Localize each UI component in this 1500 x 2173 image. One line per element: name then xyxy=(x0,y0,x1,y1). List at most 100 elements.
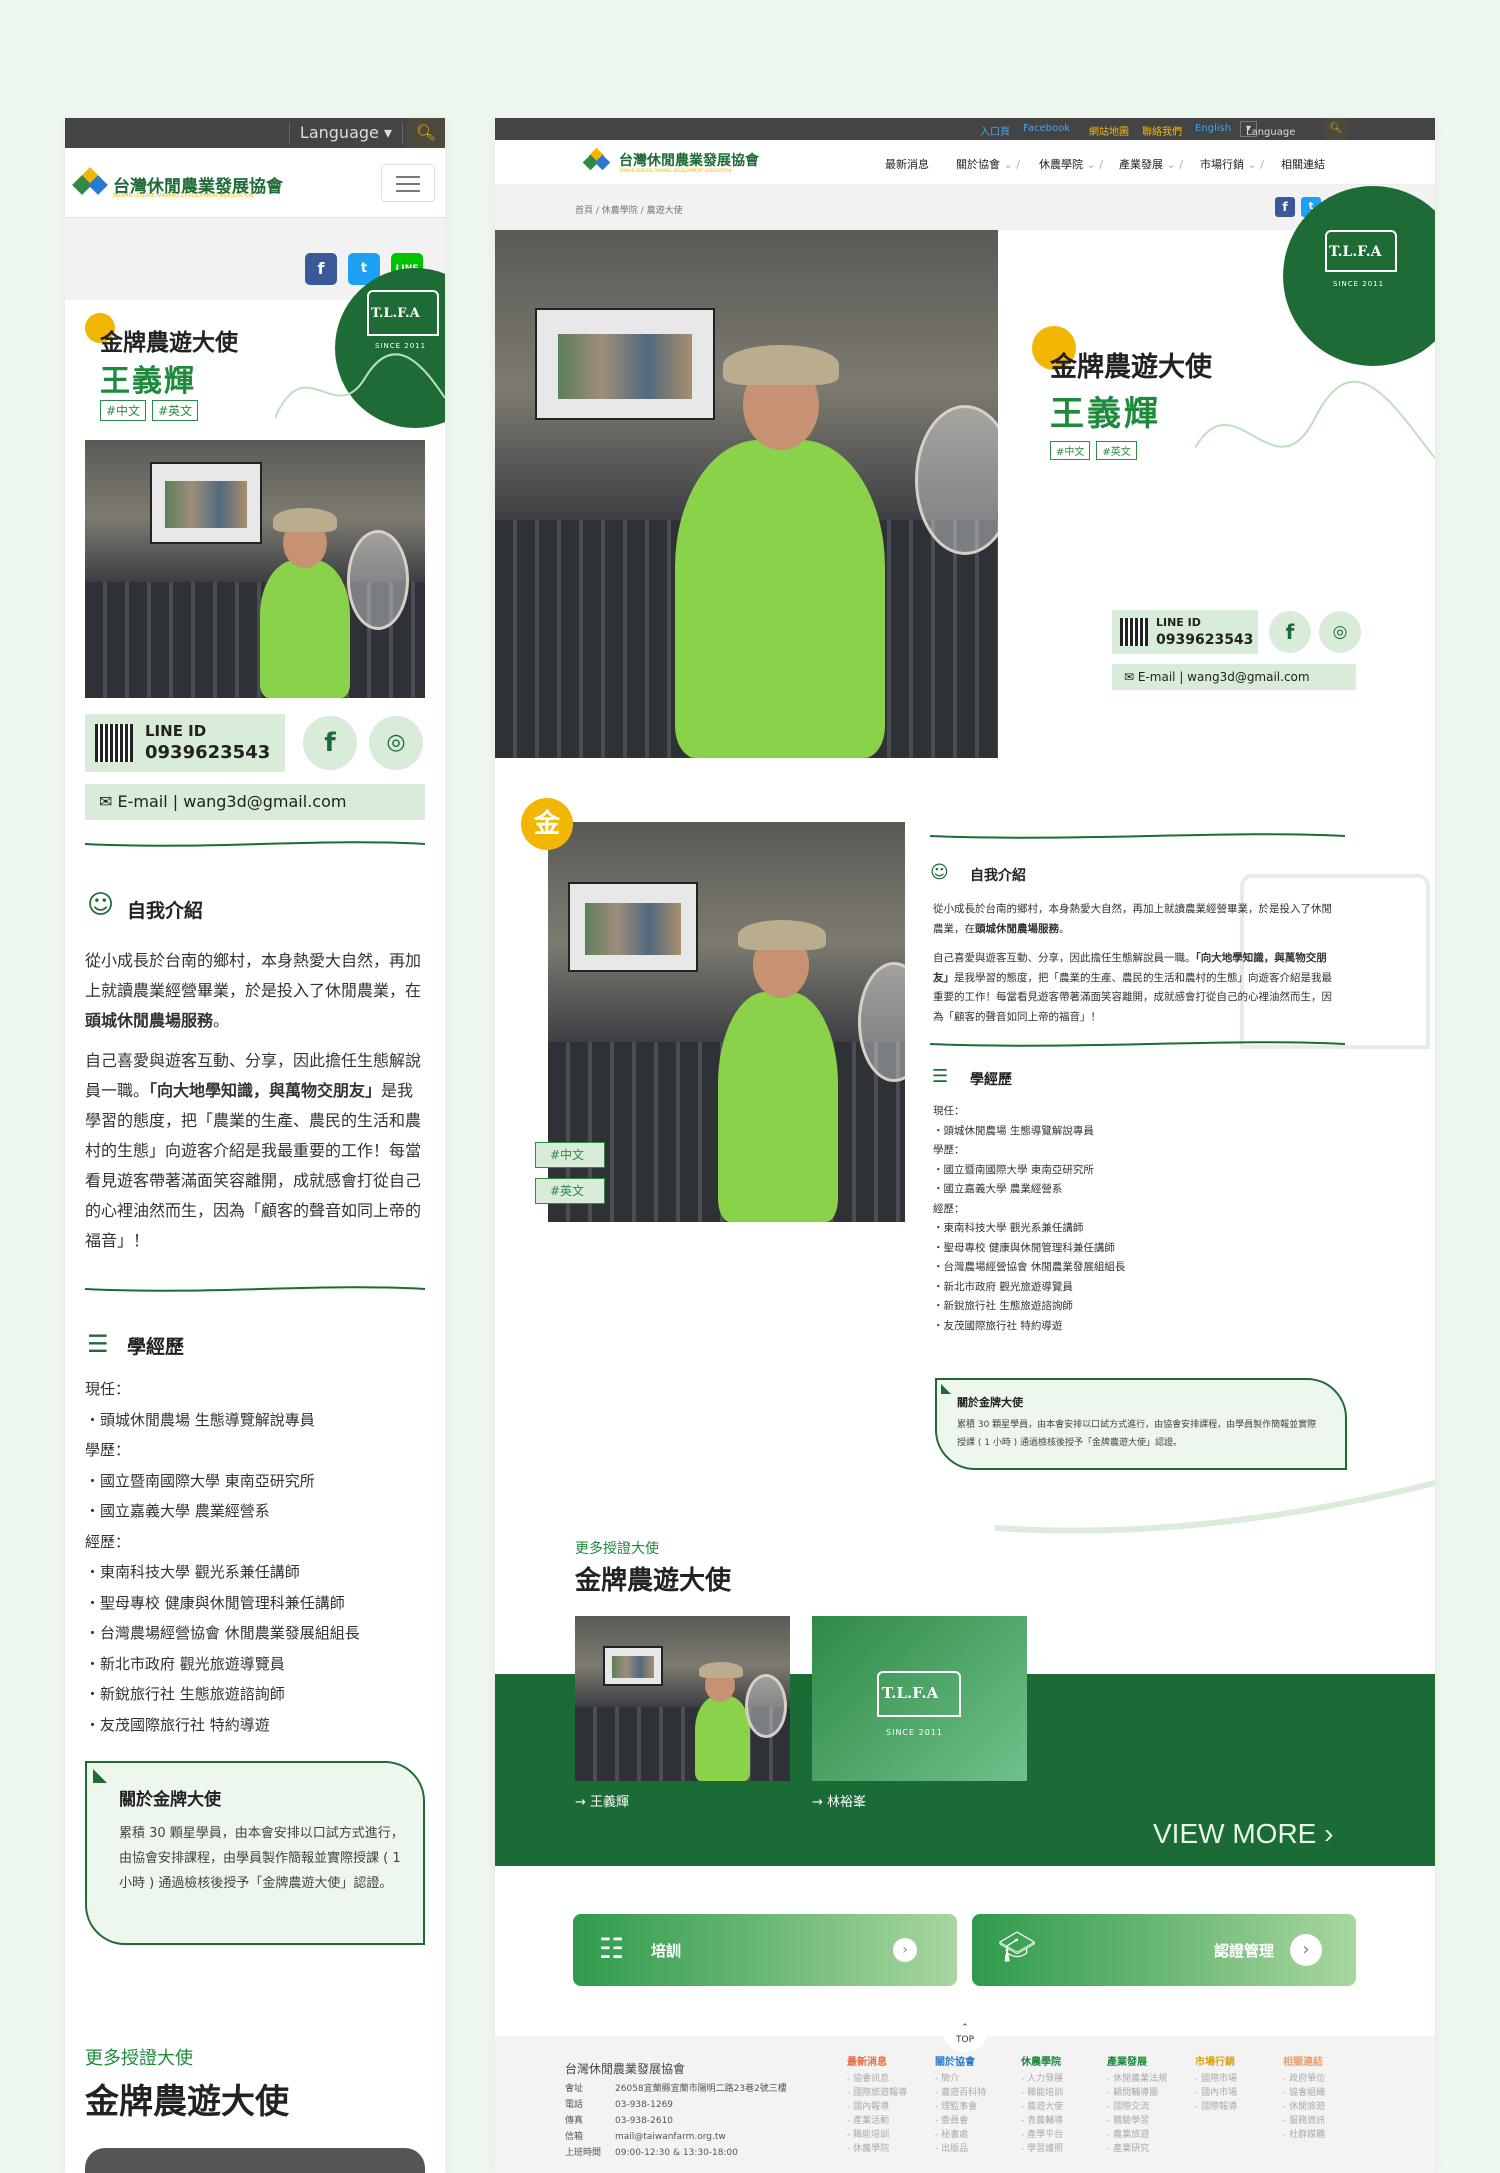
footer-link[interactable]: - 簡介 xyxy=(935,2072,986,2086)
footer-link[interactable]: - 理監事會 xyxy=(935,2100,986,2114)
footer-link[interactable]: - 休農學院 xyxy=(847,2142,907,2156)
footer-link[interactable]: - 產業研究 xyxy=(1107,2142,1167,2156)
tag-english[interactable]: #英文 xyxy=(1096,441,1137,460)
language-select[interactable]: Language ▾ xyxy=(288,122,403,144)
back-to-top-button[interactable]: ⌃ TOP xyxy=(943,2016,987,2052)
exp-edu-label: 學歷： xyxy=(85,1441,131,1459)
email-bar[interactable]: ✉ E-mail | wang3d@gmail.com xyxy=(85,784,425,820)
search-icon[interactable]: 🔍︎ xyxy=(1325,118,1347,140)
footer-link[interactable]: - 國際報導 xyxy=(1195,2100,1237,2114)
facebook-icon[interactable]: f xyxy=(303,716,357,770)
footer-column-heading[interactable]: 市場行銷 xyxy=(1195,2056,1237,2070)
ambassador-link-0[interactable]: → 王義輝 xyxy=(575,1791,629,1810)
footer-link[interactable]: - 國際旅遊報導 xyxy=(847,2086,907,2100)
footer-link[interactable]: - 國內市場 xyxy=(1195,2086,1237,2100)
view-more-link[interactable]: VIEW MORE › xyxy=(1153,1818,1333,1850)
footer-link[interactable]: - 職能培訓 xyxy=(1021,2086,1063,2100)
footer-link[interactable]: - 學習護照 xyxy=(1021,2142,1063,2156)
footer-link[interactable]: - 國內報導 xyxy=(847,2100,907,2114)
training-button[interactable]: ☷ 培訓 › xyxy=(573,1914,957,1986)
facebook-icon[interactable]: f xyxy=(305,253,337,285)
search-icon[interactable]: 🔍︎ xyxy=(407,118,445,148)
facebook-icon[interactable]: f xyxy=(1275,197,1295,217)
instagram-icon[interactable]: ◎ xyxy=(1319,611,1361,653)
tag-chinese[interactable]: #中文 xyxy=(535,1142,605,1168)
footer-link[interactable]: - 體驗學習 xyxy=(1107,2114,1167,2128)
exp-work-label: 經歷： xyxy=(85,1532,131,1551)
footer-link[interactable]: - 青農輔導 xyxy=(1021,2114,1063,2128)
footer-link[interactable]: - 服務資訊 xyxy=(1283,2114,1325,2128)
watermark-badge-icon xyxy=(1240,874,1430,1049)
footer-contact-key: 電話 xyxy=(565,2100,584,2110)
topbar-link-2[interactable]: 網站地圖 xyxy=(1089,123,1129,138)
exp-work-5: 友茂國際旅行社 特約導遊 xyxy=(100,1715,270,1734)
footer-link[interactable]: - 秘書處 xyxy=(935,2128,986,2142)
footer-link[interactable]: - 農遊百科特 xyxy=(935,2086,986,2100)
footer-column-heading[interactable]: 相關連結 xyxy=(1283,2056,1325,2070)
footer-link[interactable]: - 出版品 xyxy=(935,2142,986,2156)
line-id: 0939623543 xyxy=(145,742,271,763)
line-id-box[interactable]: LINE ID 0939623543 xyxy=(1112,610,1258,654)
tag-english[interactable]: #英文 xyxy=(535,1178,605,1204)
footer-link[interactable]: - 協會訊息 xyxy=(847,2072,907,2086)
nav-item-marketing[interactable]: 市場行銷 ⌄ / xyxy=(1200,156,1264,172)
topbar-link-3[interactable]: 聯絡我們 xyxy=(1142,123,1182,138)
tag-chinese[interactable]: #中文 xyxy=(1050,441,1091,460)
footer-link[interactable]: - 休閒旅遊 xyxy=(1283,2100,1325,2114)
ambassador-link-1[interactable]: → 林裕峯 xyxy=(812,1791,866,1810)
nav-item-academy[interactable]: 休農學院 ⌄ / xyxy=(1039,156,1103,172)
site-name[interactable]: 台灣休閒農業發展協會 xyxy=(619,150,759,170)
crumb-home[interactable]: 首頁 xyxy=(575,206,593,216)
certification-button[interactable]: 🎓︎ 認證管理 › xyxy=(972,1914,1356,1986)
facebook-icon[interactable]: f xyxy=(1269,611,1311,653)
footer-link[interactable]: - 職能培訓 xyxy=(847,2128,907,2142)
nav-item-links[interactable]: 相關連結 xyxy=(1281,156,1325,172)
logo-icon[interactable] xyxy=(72,167,108,200)
footer-link[interactable]: - 委員會 xyxy=(935,2114,986,2128)
exp-edu-label: 學歷： xyxy=(933,1144,965,1156)
menu-button[interactable] xyxy=(381,164,435,202)
tag-english[interactable]: #英文 xyxy=(152,400,199,421)
mobile-preview: Language ▾ 🔍︎ 台灣休閒農業發展協會 TAIWAN LEISURE … xyxy=(65,118,445,2173)
ambassador-card-photo-1[interactable]: T.L.F.A SINCE 2011 xyxy=(812,1616,1027,1781)
footer-link[interactable]: - 協會組織 xyxy=(1283,2086,1325,2100)
nav-item-news[interactable]: 最新消息 xyxy=(885,156,929,172)
nav-item-industry[interactable]: 產業發展 ⌄ / xyxy=(1119,156,1183,172)
profile-name: 王義輝 xyxy=(100,356,196,400)
intro-p1c: 。 xyxy=(1059,922,1070,935)
email-bar[interactable]: ✉ E-mail | wang3d@gmail.com xyxy=(1112,664,1356,690)
logo-icon[interactable] xyxy=(582,147,611,174)
footer-column-heading[interactable]: 產業發展 xyxy=(1107,2056,1167,2070)
topbar-link-1[interactable]: Facebook xyxy=(1023,123,1070,134)
hero-title: 金牌農遊大使 xyxy=(1050,352,1212,383)
footer-link[interactable]: - 社群媒體 xyxy=(1283,2128,1325,2142)
footer-column-heading[interactable]: 最新消息 xyxy=(847,2056,907,2070)
footer-link[interactable]: - 農遊大使 xyxy=(1021,2100,1063,2114)
footer-link[interactable]: - 產業活動 xyxy=(847,2114,907,2128)
footer-link[interactable]: - 產學平台 xyxy=(1021,2128,1063,2142)
footer-link[interactable]: - 政府單位 xyxy=(1283,2072,1325,2086)
footer-column-heading[interactable]: 關於協會 xyxy=(935,2056,986,2070)
exp-work-3: 新北市政府 觀光旅遊導覽員 xyxy=(100,1654,285,1673)
footer-column-heading[interactable]: 休農學院 xyxy=(1021,2056,1063,2070)
footer-link[interactable]: - 國際市場 xyxy=(1195,2072,1237,2086)
decor-wave xyxy=(1195,380,1435,459)
footer-link[interactable]: - 農業旅遊 xyxy=(1107,2128,1167,2142)
tag-chinese[interactable]: #中文 xyxy=(100,400,147,421)
crumb-academy[interactable]: 休農學院 xyxy=(602,206,638,216)
desktop-preview: 入口頁 Facebook 網站地圖 聯絡我們 English Language … xyxy=(495,118,1435,2173)
footer-contact-key: 上班時間 xyxy=(565,2148,602,2158)
footer-link[interactable]: - 國際交流 xyxy=(1107,2100,1167,2114)
footer-column: 關於協會 - 簡介 - 農遊百科特 - 理監事會 - 委員會 - 秘書處 - 出版品 xyxy=(935,2056,986,2156)
instagram-icon[interactable]: ◎ xyxy=(369,716,423,770)
topbar-link-0[interactable]: 入口頁 xyxy=(980,123,1010,138)
topbar-link-4[interactable]: English xyxy=(1195,123,1231,134)
ambassador-card-photo-0[interactable] xyxy=(575,1616,790,1781)
line-id-box[interactable]: LINE ID 0939623543 xyxy=(85,714,285,772)
language-select[interactable]: Language ▾ xyxy=(1240,121,1295,138)
person-icon: ☺ xyxy=(87,890,115,920)
footer-link[interactable]: - 顧問輔導團 xyxy=(1107,2086,1167,2100)
nav-item-about[interactable]: 關於協會 ⌄ / xyxy=(956,156,1020,172)
footer-link[interactable]: - 休閒農業法規 xyxy=(1107,2072,1167,2086)
footer-link[interactable]: - 人力發展 xyxy=(1021,2072,1063,2086)
